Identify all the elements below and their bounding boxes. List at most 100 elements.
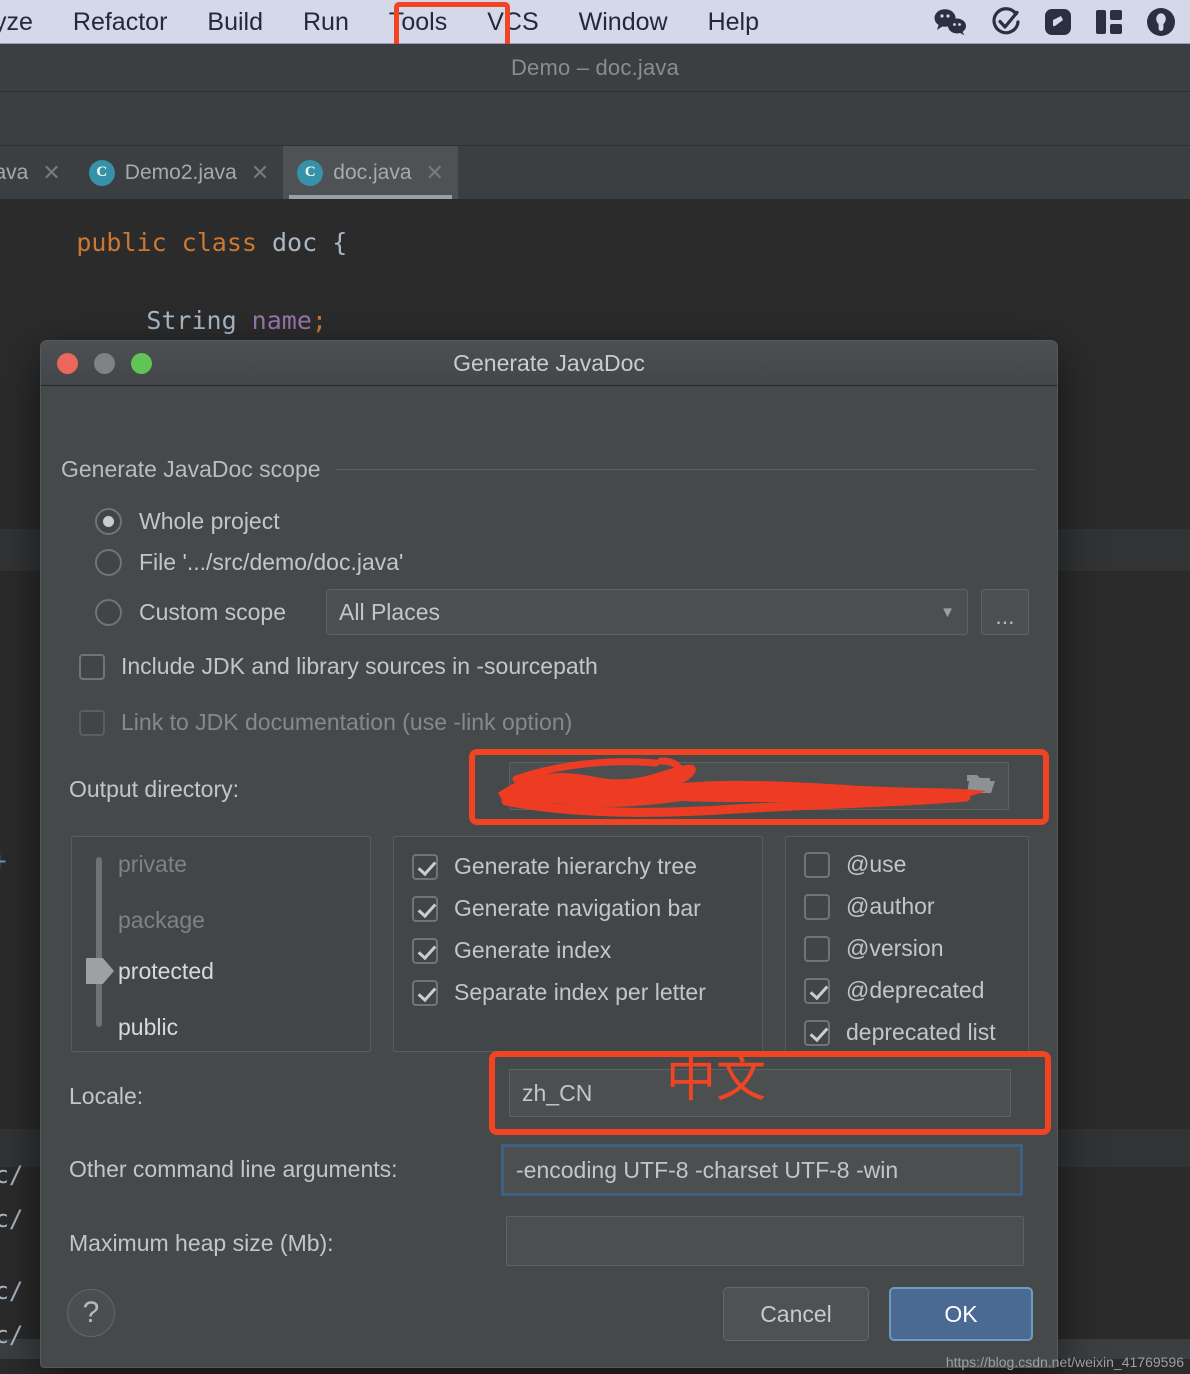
- visibility-slider-panel[interactable]: private package protected public: [71, 836, 371, 1052]
- help-button[interactable]: ?: [67, 1289, 115, 1337]
- menu-item-refactor[interactable]: Refactor: [53, 0, 187, 44]
- close-icon[interactable]: ✕: [426, 160, 444, 186]
- editor-tab-demo2[interactable]: C Demo2.java ✕: [75, 146, 284, 199]
- custom-scope-browse-button[interactable]: ...: [981, 589, 1029, 635]
- max-heap-label: Maximum heap size (Mb):: [69, 1230, 334, 1256]
- menu-item-window[interactable]: Window: [559, 0, 688, 44]
- output-directory-label: Output directory:: [69, 776, 240, 802]
- editor-left-fragment: rc/: [0, 1321, 24, 1349]
- checkbox-label: Include JDK and library sources in -sour…: [121, 653, 598, 679]
- menu-item-tools[interactable]: Tools: [369, 0, 467, 44]
- checkbox-icon: [79, 709, 105, 736]
- checkbox-label: @author: [846, 893, 935, 919]
- editor-tab-label: Demo2.java: [124, 160, 237, 184]
- editor-left-fragment: +: [0, 847, 6, 875]
- editor-tab-doc[interactable]: C doc.java ✕: [283, 146, 458, 199]
- menubar-items: yze Refactor Build Run Tools VCS Window …: [0, 0, 779, 44]
- checkbox-icon[interactable]: [804, 851, 830, 878]
- max-heap-input[interactable]: [506, 1216, 1024, 1266]
- visibility-item-private[interactable]: private: [118, 851, 187, 878]
- watermark-text: https://blog.csdn.net/weixin_41769596: [945, 1354, 1184, 1370]
- checkbox-tag-author[interactable]: @author: [804, 893, 935, 920]
- generate-options-panel: Generate hierarchy tree Generate navigat…: [393, 836, 763, 1052]
- dialog-titlebar: Generate JavaDoc: [41, 341, 1057, 386]
- checkbox-generate-index[interactable]: Generate index: [412, 937, 611, 964]
- radio-icon[interactable]: [95, 599, 122, 626]
- checkbox-icon[interactable]: [804, 1019, 830, 1046]
- radio-file-scope[interactable]: File '.../src/demo/doc.java': [95, 549, 403, 576]
- checkbox-icon[interactable]: [412, 937, 438, 964]
- checkbox-icon[interactable]: [804, 893, 830, 920]
- checkbox-icon[interactable]: [804, 935, 830, 962]
- note-app-icon[interactable]: [1044, 8, 1072, 36]
- checkbox-include-jdk-sources[interactable]: Include JDK and library sources in -sour…: [79, 653, 598, 680]
- checkbox-tag-deprecated[interactable]: @deprecated: [804, 977, 984, 1004]
- editor-left-fragment: rc/: [0, 1161, 24, 1189]
- class-file-icon: C: [297, 159, 324, 186]
- checkbox-label: Generate hierarchy tree: [454, 853, 697, 879]
- checkbox-separate-index-per-letter[interactable]: Separate index per letter: [412, 979, 706, 1006]
- command-line-args-label: Other command line arguments:: [69, 1156, 398, 1182]
- folder-browse-icon[interactable]: [966, 771, 996, 801]
- class-file-icon: C: [88, 159, 115, 186]
- checkbox-icon[interactable]: [412, 979, 438, 1006]
- menu-item-help[interactable]: Help: [688, 0, 779, 44]
- checkbox-generate-navigation-bar[interactable]: Generate navigation bar: [412, 895, 701, 922]
- macos-menubar: yze Refactor Build Run Tools VCS Window …: [0, 0, 1190, 54]
- visibility-item-package[interactable]: package: [118, 907, 205, 934]
- visibility-item-public[interactable]: public: [118, 1014, 178, 1041]
- menu-item-analyze[interactable]: yze: [0, 0, 53, 44]
- checkbox-label: @deprecated: [846, 977, 985, 1003]
- command-line-args-input[interactable]: -encoding UTF-8 -charset UTF-8 -win: [501, 1144, 1023, 1196]
- radio-label: Whole project: [139, 508, 280, 534]
- menu-item-run[interactable]: Run: [283, 0, 369, 44]
- menu-item-vcs[interactable]: VCS: [467, 0, 558, 44]
- group-divider: [334, 469, 1035, 470]
- visibility-slider-knob[interactable]: [86, 958, 114, 984]
- cancel-button[interactable]: Cancel: [723, 1287, 869, 1341]
- radio-label: Custom scope: [139, 599, 287, 625]
- radio-icon[interactable]: [95, 549, 122, 576]
- checkbox-deprecated-list[interactable]: deprecated list: [804, 1019, 996, 1046]
- dialog-title: Generate JavaDoc: [453, 349, 645, 376]
- key-lock-icon[interactable]: [1146, 7, 1176, 37]
- checkbox-tag-use[interactable]: @use: [804, 851, 906, 878]
- checkbox-icon[interactable]: [412, 895, 438, 922]
- wechat-icon[interactable]: [934, 8, 968, 36]
- editor-tab-label: doc.java: [333, 160, 412, 184]
- command-line-args-value: -encoding UTF-8 -charset UTF-8 -win: [516, 1156, 899, 1183]
- split-layout-icon[interactable]: [1095, 8, 1123, 36]
- radio-custom-scope[interactable]: Custom scope: [95, 599, 286, 626]
- radio-whole-project[interactable]: Whole project: [95, 508, 280, 535]
- ide-window-title: Demo – doc.java: [510, 54, 680, 80]
- custom-scope-select[interactable]: All Places ▼: [326, 589, 968, 635]
- visibility-item-protected[interactable]: protected: [118, 958, 214, 985]
- editor-tab-java[interactable]: .java ✕: [0, 146, 75, 199]
- checkbox-icon[interactable]: [412, 853, 438, 880]
- dialog-body: Generate JavaDoc scope Whole project Fil…: [41, 386, 1057, 1367]
- editor-left-fragment: rc/: [0, 1205, 24, 1233]
- locale-value: zh_CN: [522, 1079, 593, 1106]
- ide-toolbar: [0, 91, 1190, 146]
- checkbox-icon[interactable]: [804, 977, 830, 1004]
- check-circle-icon[interactable]: [991, 7, 1021, 37]
- checkbox-generate-hierarchy-tree[interactable]: Generate hierarchy tree: [412, 853, 697, 880]
- radio-icon[interactable]: [95, 508, 122, 535]
- radio-label: File '.../src/demo/doc.java': [139, 549, 404, 575]
- output-directory-input[interactable]: [509, 762, 1009, 810]
- menubar-tray: [934, 0, 1176, 44]
- checkbox-label: Generate navigation bar: [454, 895, 701, 921]
- close-icon[interactable]: ✕: [251, 160, 269, 186]
- locale-input[interactable]: zh_CN: [509, 1069, 1011, 1117]
- visibility-track: [96, 857, 102, 1027]
- locale-label: Locale:: [69, 1083, 144, 1109]
- checkbox-tag-version[interactable]: @version: [804, 935, 944, 962]
- screen-root: yze Refactor Build Run Tools VCS Window …: [0, 0, 1190, 1374]
- checkbox-icon[interactable]: [79, 653, 105, 680]
- ide-titlebar: Demo – doc.java: [0, 44, 1190, 91]
- close-icon[interactable]: ✕: [42, 160, 60, 186]
- menu-item-build[interactable]: Build: [187, 0, 283, 44]
- ok-button[interactable]: OK: [889, 1287, 1033, 1341]
- checkbox-label: @use: [846, 851, 907, 877]
- editor-tabstrip: .java ✕ C Demo2.java ✕ C doc.java ✕: [0, 146, 1190, 199]
